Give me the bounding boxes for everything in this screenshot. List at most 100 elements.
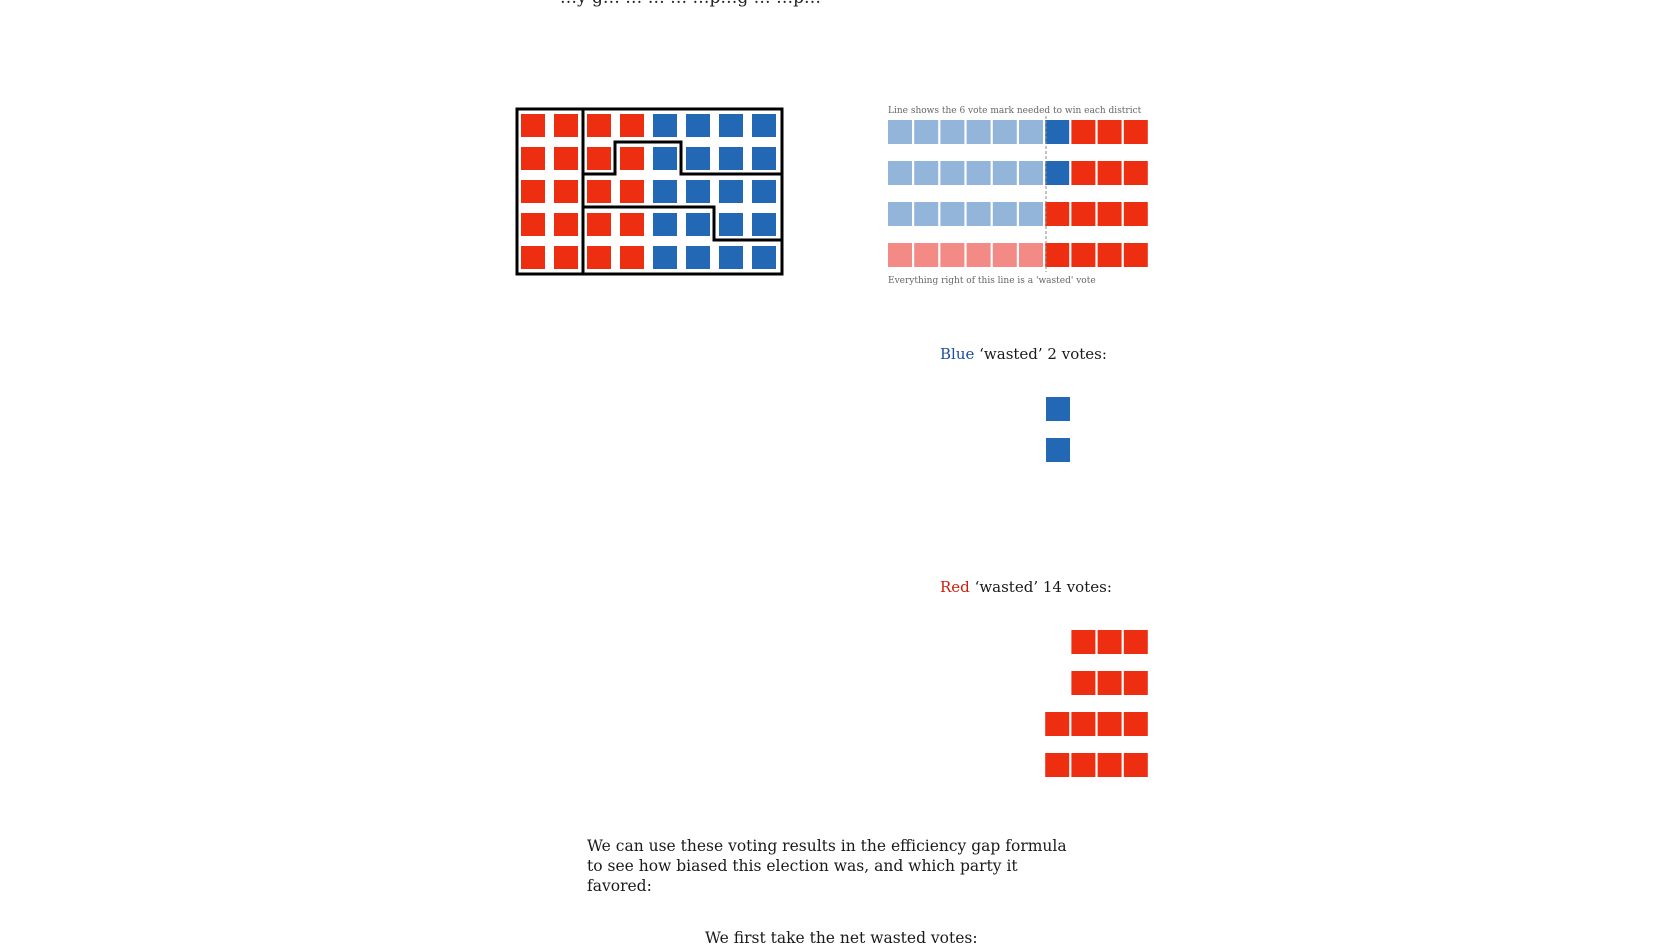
vote-square <box>1045 243 1070 267</box>
wasted-vote-square <box>1046 438 1070 462</box>
vote-square <box>888 161 912 185</box>
voter-square <box>752 180 776 203</box>
red-wasted-heading: Red ‘wasted’ 14 votes: <box>940 578 1112 596</box>
vote-square <box>1045 202 1070 226</box>
vote-square <box>1123 243 1148 267</box>
voter-square <box>719 213 743 236</box>
voter-square <box>719 147 743 170</box>
voter-square <box>653 246 677 269</box>
wasted-vote-square <box>1123 712 1148 736</box>
wasted-vote-square <box>1097 712 1122 736</box>
voter-square <box>620 213 644 236</box>
vote-square <box>992 120 1017 144</box>
voter-square <box>554 246 578 269</box>
wasted-vote-square <box>1097 671 1122 695</box>
wasted-vote-square <box>1045 753 1070 777</box>
voter-square <box>686 213 710 236</box>
vote-square <box>1019 202 1043 226</box>
vote-square <box>914 120 939 144</box>
vote-square <box>1097 161 1122 185</box>
blue-wasted-votes <box>1046 397 1070 462</box>
blue-wasted-heading: Blue ‘wasted’ 2 votes: <box>940 345 1107 363</box>
wasted-vote-square <box>1046 397 1070 421</box>
voter-square <box>653 180 677 203</box>
efficiency-gap-paragraph: We can use these voting results in the e… <box>587 837 1067 895</box>
voter-square <box>587 213 611 236</box>
vote-square <box>1097 243 1122 267</box>
voter-square <box>587 246 611 269</box>
voter-square <box>620 246 644 269</box>
red-party-label: Red <box>940 578 970 596</box>
red-wasted-text: ‘wasted’ 14 votes: <box>974 578 1112 596</box>
voter-square <box>587 147 611 170</box>
voter-square <box>620 180 644 203</box>
voter-square <box>554 180 578 203</box>
vote-square <box>966 243 991 267</box>
voter-square <box>686 114 710 137</box>
voter-square <box>620 114 644 137</box>
vote-square <box>1019 120 1043 144</box>
wasted-vote-square <box>1071 630 1096 654</box>
voter-square <box>653 147 677 170</box>
vote-square <box>1071 243 1096 267</box>
vote-square <box>992 202 1017 226</box>
voter-square <box>554 213 578 236</box>
wasted-vote-square <box>1071 712 1096 736</box>
voter-square <box>752 114 776 137</box>
vote-square <box>1123 202 1148 226</box>
voter-square <box>620 147 644 170</box>
wasted-vote-square <box>1071 753 1096 777</box>
wasted-vote-square <box>1123 630 1148 654</box>
gerrymander-figure: Line shows the 6 vote mark needed to win… <box>515 106 1148 777</box>
wasted-vote-square <box>1123 671 1148 695</box>
vote-square <box>888 243 912 267</box>
voter-square <box>653 114 677 137</box>
voter-square <box>752 246 776 269</box>
wasted-vote-square <box>1123 753 1148 777</box>
vote-square <box>1071 202 1096 226</box>
threshold-chart <box>888 120 1148 267</box>
vote-square <box>914 243 939 267</box>
vote-square <box>914 202 939 226</box>
voter-square <box>521 147 545 170</box>
voter-square <box>752 213 776 236</box>
voter-square <box>554 114 578 137</box>
vote-square <box>914 161 939 185</box>
net-wasted-text: We first take the net wasted votes: <box>705 929 978 947</box>
vote-square <box>1045 120 1070 144</box>
vote-square <box>1123 161 1148 185</box>
voter-square <box>554 147 578 170</box>
threshold-bottom-note: Everything right of this line is a 'wast… <box>888 276 1096 286</box>
voter-square <box>521 213 545 236</box>
voter-square <box>686 180 710 203</box>
vote-square <box>940 120 965 144</box>
voter-square <box>521 180 545 203</box>
vote-square <box>940 161 965 185</box>
voter-square <box>719 180 743 203</box>
wasted-vote-square <box>1071 671 1096 695</box>
voter-square <box>521 246 545 269</box>
voter-square <box>521 114 545 137</box>
threshold-top-note: Line shows the 6 vote mark needed to win… <box>888 106 1142 116</box>
vote-square <box>992 243 1017 267</box>
voter-square <box>686 147 710 170</box>
vote-square <box>1071 161 1096 185</box>
vote-square <box>888 202 912 226</box>
vote-square <box>966 120 991 144</box>
vote-square <box>1019 161 1043 185</box>
blue-wasted-text: ‘wasted’ 2 votes: <box>979 345 1107 363</box>
vote-square <box>992 161 1017 185</box>
voter-square <box>719 114 743 137</box>
vote-square <box>1097 202 1122 226</box>
vote-square <box>966 202 991 226</box>
vote-square <box>940 243 965 267</box>
wasted-vote-square <box>1097 753 1122 777</box>
voter-square <box>752 147 776 170</box>
wasted-vote-square <box>1045 712 1070 736</box>
red-wasted-votes <box>1045 630 1148 777</box>
district-map <box>521 114 776 269</box>
blue-party-label: Blue <box>940 345 975 363</box>
voter-square <box>686 246 710 269</box>
vote-square <box>1097 120 1122 144</box>
vote-square <box>1071 120 1096 144</box>
